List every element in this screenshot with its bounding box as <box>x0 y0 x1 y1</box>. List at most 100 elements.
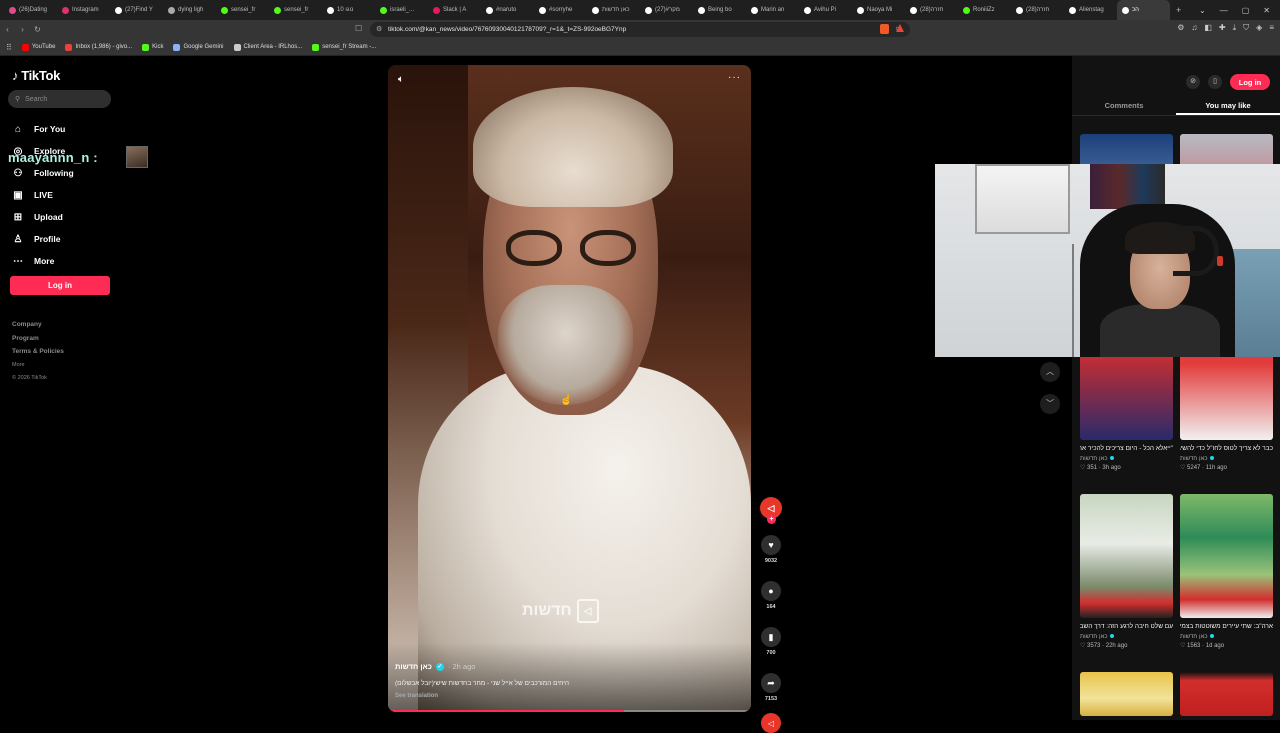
sidebar-item-for-you[interactable]: ⌂ For You <box>12 118 122 140</box>
bookmark-item[interactable]: Client Area - IRLhos... <box>233 43 302 51</box>
new-tab-icon[interactable]: + <box>1170 5 1181 15</box>
browser-tab[interactable]: (26)Dating <box>4 0 57 20</box>
browser-tab[interactable]: #sorryhe <box>534 0 587 20</box>
sidebar-item-more[interactable]: ⋯ More <box>12 250 122 272</box>
brave-rewards-icon[interactable] <box>896 24 904 32</box>
video-title[interactable]: "ייאלא הכל - היום צריכים להכיר את השעה" … <box>1080 444 1173 454</box>
video-thumbnail[interactable] <box>1080 494 1173 618</box>
browser-tab[interactable]: Marin an <box>746 0 799 20</box>
download-icon[interactable]: ⤓ <box>1233 23 1237 33</box>
share-button[interactable]: ➦ <box>761 673 781 693</box>
brave-shields-icon[interactable] <box>880 24 889 34</box>
browser-tab[interactable]: dying ligh <box>163 0 216 20</box>
suggested-video-card[interactable]: עם שלט חיבה לרגע הזה: דרך השבי אליה כהן … <box>1080 494 1173 649</box>
sidebar-icon[interactable]: ◧ <box>1204 23 1212 33</box>
music-icon[interactable]: ♫ <box>1191 23 1197 33</box>
browser-tab[interactable]: Instagram <box>57 0 110 20</box>
tiktok-logo[interactable]: ♪ TikTok <box>12 68 60 83</box>
sidebar-item-profile[interactable]: ♙ Profile <box>12 228 122 250</box>
browser-tab[interactable]: (28)חזרה <box>905 0 958 20</box>
video-author-row[interactable]: כאן חדשות <box>1080 634 1173 640</box>
apps-icon[interactable]: ⠿ <box>6 43 12 52</box>
browser-tab[interactable]: 10 נוגו <box>322 0 375 20</box>
footer-more[interactable]: More <box>12 359 64 373</box>
video-player[interactable]: 🔈︎ ··· חדשות ◁ ☝ כאן חדשות ✓ · 2h ago (י… <box>388 65 751 712</box>
puzzle-icon[interactable]: ✚ <box>1219 23 1226 33</box>
follow-plus-icon[interactable]: + <box>767 515 776 524</box>
video-progress-bar[interactable] <box>388 710 751 712</box>
address-bar[interactable]: ⚙ tiktok.com/@kan_news/video/76760930040… <box>370 22 910 37</box>
back-icon[interactable]: ‹ <box>0 25 15 34</box>
comment-button[interactable]: ● <box>761 581 781 601</box>
see-translation-link[interactable]: See translation <box>395 693 438 699</box>
footer-link-company[interactable]: Company <box>12 318 64 332</box>
browser-tab[interactable]: (27)Find Y <box>110 0 163 20</box>
device-icon[interactable]: ▯ <box>1208 75 1222 89</box>
browser-tab[interactable]: הכ <box>1117 0 1170 20</box>
video-more-icon[interactable]: ··· <box>728 72 741 83</box>
video-author-name[interactable]: כאן חדשות <box>395 662 432 671</box>
video-title[interactable]: עם שלט חיבה לרגע הזה: דרך השבי אליה כהן … <box>1080 622 1173 632</box>
video-author-row[interactable]: כאן חדשות <box>1180 634 1273 640</box>
next-video-icon[interactable]: ﹀ <box>1040 394 1060 414</box>
video-author-row[interactable]: כאן חדשות <box>1080 456 1173 462</box>
shield-icon[interactable]: ⛉ <box>1243 23 1249 33</box>
suggested-video-card[interactable] <box>1080 672 1173 716</box>
browser-tab[interactable]: Slack | A <box>428 0 481 20</box>
browser-tab[interactable]: Naoya Mi <box>852 0 905 20</box>
sidebar-item-following[interactable]: ⚇ Following <box>12 162 122 184</box>
menu-icon[interactable]: ≡ <box>1269 23 1274 33</box>
browser-tab[interactable]: (27)#מקר <box>640 0 693 20</box>
browser-tab[interactable]: RoniiiZz <box>958 0 1011 20</box>
browser-tab[interactable]: Alienstag <box>1064 0 1117 20</box>
creator-avatar-button[interactable]: ◁ + <box>760 497 782 524</box>
video-author[interactable]: כאן חדשות ✓ · 2h ago <box>395 662 475 671</box>
volume-icon[interactable]: 🔈︎ <box>398 74 404 85</box>
bookmark-item[interactable]: Inbox (1,986) - givo... <box>65 43 132 51</box>
reload-icon[interactable]: ↻ <box>30 25 45 34</box>
suggested-video-card[interactable] <box>1180 672 1273 716</box>
extension-icon[interactable]: ⚙ <box>1177 23 1184 33</box>
browser-tab[interactable]: #naruto <box>481 0 534 20</box>
bookmark-item[interactable]: Google Gemini <box>173 43 224 51</box>
video-author-row[interactable]: כאן חדשות <box>1180 456 1273 462</box>
bookmark-star-icon[interactable]: ☐ <box>355 24 362 33</box>
browser-tab[interactable]: Being bo <box>693 0 746 20</box>
maximize-icon[interactable]: ▢ <box>1242 6 1250 15</box>
sound-disc-button[interactable]: ◁ <box>761 713 781 733</box>
search-input[interactable]: ⚲ Search <box>8 90 111 108</box>
sidebar-item-upload[interactable]: ⊞ Upload <box>12 206 122 228</box>
video-title[interactable]: ארה"ב: שתי עיירים משוטטות בצמים שלות לאו… <box>1180 622 1273 632</box>
suggested-video-card[interactable]: ארה"ב: שתי עיירים משוטטות בצמים שלות לאו… <box>1180 494 1273 649</box>
sidebar-login-button[interactable]: Log in <box>10 276 110 295</box>
tab-comments[interactable]: Comments <box>1072 98 1176 115</box>
header-login-button[interactable]: Log in <box>1230 74 1270 90</box>
forward-icon[interactable]: › <box>15 25 30 34</box>
sidebar-item-live[interactable]: ▣ LIVE <box>12 184 122 206</box>
browser-tab[interactable]: sensei_fr <box>269 0 322 20</box>
video-thumbnail[interactable] <box>1180 494 1273 618</box>
like-button[interactable]: ♥ <box>761 535 781 555</box>
close-window-icon[interactable]: ✕ <box>1263 6 1270 15</box>
site-info-icon[interactable]: ⚙ <box>376 25 382 33</box>
browser-tab[interactable]: (28)חזרה <box>1011 0 1064 20</box>
video-title[interactable]: כבר לא צריך לטוס לחו"ל כדי להשיג מוצרים … <box>1180 444 1273 454</box>
browser-tab[interactable]: Avihu Pi <box>799 0 852 20</box>
bookmark-item[interactable]: sensei_fr Stream -... <box>312 43 376 51</box>
video-thumbnail[interactable] <box>1180 672 1273 716</box>
bookmark-item[interactable]: Kick <box>142 43 163 51</box>
previous-video-icon[interactable]: ︿ <box>1040 362 1060 382</box>
video-thumbnail[interactable] <box>1080 672 1173 716</box>
minimize-icon[interactable]: — <box>1220 6 1228 15</box>
browser-tab[interactable]: israeli_... <box>375 0 428 20</box>
footer-link-program[interactable]: Program <box>12 332 64 346</box>
browser-tab[interactable]: sensei_fr <box>216 0 269 20</box>
bookmark-item[interactable]: YouTube <box>21 43 55 51</box>
wallet-icon[interactable]: ◈ <box>1256 23 1262 33</box>
compass-icon[interactable]: ⊘ <box>1186 75 1200 89</box>
browser-tab[interactable]: כאן חדשות <box>587 0 640 20</box>
tab-you-may-like[interactable]: You may like <box>1176 98 1280 115</box>
save-button[interactable]: ▮ <box>761 627 781 647</box>
footer-link-terms[interactable]: Terms & Policies <box>12 345 64 359</box>
tab-search-icon[interactable]: ⌄ <box>1199 6 1206 15</box>
